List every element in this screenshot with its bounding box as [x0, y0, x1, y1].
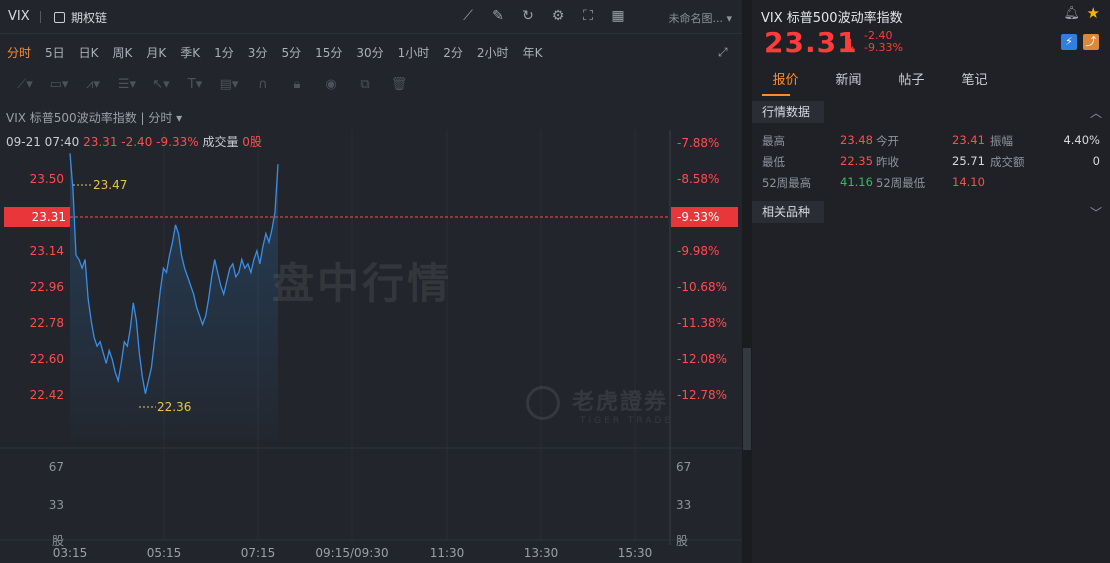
- chevron-down-icon[interactable]: ﹀: [1090, 204, 1102, 221]
- volume-tick-label-right: 67: [676, 460, 691, 474]
- chart-info-row: 09-21 07:40 23.31 -2.40 -9.33% 成交量 0股: [6, 133, 262, 150]
- y-pct-label: -7.88%: [677, 136, 719, 150]
- field-label: 52周最高: [762, 176, 812, 190]
- field-label: 今开: [876, 134, 899, 148]
- panel-splitter[interactable]: [742, 0, 752, 563]
- price-area: [70, 153, 278, 441]
- field-value: 14.10: [952, 175, 985, 189]
- field-value: 22.35: [840, 154, 873, 168]
- field-value: 41.16: [840, 175, 873, 189]
- field-value: 4.40%: [1063, 133, 1100, 147]
- flash-badge-icon[interactable]: ⚡︎: [1061, 34, 1077, 50]
- field-value: 23.48: [840, 133, 873, 147]
- y-tick-label: 22.96: [30, 280, 64, 294]
- quote-tab[interactable]: 笔记: [941, 72, 1004, 98]
- tiger-logo-watermark: 老虎證券 TIGER TRADE: [526, 384, 673, 426]
- chart-header[interactable]: VIX 标普500波动率指数 | 分时 ▾: [6, 109, 182, 126]
- quote-panel: VIX 标普500波动率指数 🔔︎ ★ 23.31 ↓ -2.40 -9.33%…: [752, 0, 1110, 563]
- x-tick-label: 15:30: [618, 546, 653, 560]
- info-change: -2.40: [121, 135, 153, 149]
- y-pct-label: -11.38%: [677, 316, 727, 330]
- chevron-up-icon[interactable]: ︿: [1090, 104, 1102, 121]
- quote-change-pct: -9.33%: [864, 41, 903, 54]
- low-label: 22.36: [157, 400, 191, 414]
- field-label: 最高: [762, 134, 785, 148]
- info-pct: -9.33%: [156, 135, 199, 149]
- y-tick-label: 23.50: [30, 172, 64, 186]
- star-icon[interactable]: ★: [1087, 4, 1100, 22]
- quote-change: -2.40 -9.33%: [864, 30, 903, 54]
- volume-tick-label-right: 股: [676, 534, 688, 548]
- field-value: 25.71: [952, 154, 985, 168]
- volume-tick-label-right: 33: [676, 498, 691, 512]
- high-label: 23.47: [93, 178, 127, 192]
- quote-tabs: 报价 新闻 帖子 笔记: [752, 72, 1110, 98]
- field-label: 振幅: [990, 134, 1013, 148]
- y-pct-label: -8.58%: [677, 172, 719, 186]
- volume-tick-label: 33: [49, 498, 64, 512]
- quote-tab[interactable]: 新闻: [815, 72, 878, 98]
- field-value: 0: [1092, 154, 1100, 168]
- y-pct-label: -9.98%: [677, 244, 719, 258]
- section-label: 相关品种: [752, 201, 824, 223]
- x-tick-label: 13:30: [524, 546, 559, 560]
- y-tick-label: 22.78: [30, 316, 64, 330]
- y-pct-label: -12.08%: [677, 352, 727, 366]
- y-tick-label: 22.42: [30, 388, 64, 402]
- field-label: 成交额: [990, 155, 1025, 169]
- active-tab-indicator: [762, 94, 790, 96]
- y-pct-label: -12.78%: [677, 388, 727, 402]
- quote-tab[interactable]: 帖子: [878, 72, 941, 98]
- bell-icon[interactable]: 🔔︎: [1063, 6, 1080, 21]
- current-pct-label: -9.33%: [677, 210, 719, 224]
- field-label: 52周最低: [876, 176, 926, 190]
- x-tick-label: 05:15: [147, 546, 182, 560]
- info-time: 09-21 07:40: [6, 135, 80, 149]
- logo-en: TIGER TRADE: [580, 416, 674, 426]
- x-tick-label: 09:15/09:30: [315, 546, 388, 560]
- volume-tick-label: 67: [49, 460, 64, 474]
- y-pct-label: -10.68%: [677, 280, 727, 294]
- section-label: 行情数据: [752, 101, 824, 123]
- info-volume: 0股: [242, 135, 262, 149]
- info-price: 23.31: [83, 135, 118, 149]
- field-label: 最低: [762, 155, 785, 169]
- chart-panel: VIX 期权链 ⟋ ✎ ↻ ⚙ ⛶ ▦ 未命名图... ▾ 分时 5日 日K 周K 月K…: [0, 0, 742, 563]
- x-tick-label: 11:30: [430, 546, 465, 560]
- y-tick-label: 23.14: [30, 244, 64, 258]
- current-price-label: 23.31: [32, 210, 66, 224]
- related-section[interactable]: 相关品种 ﹀: [752, 201, 1110, 223]
- y-tick-label: 22.60: [30, 352, 64, 366]
- down-arrow-icon: ↓: [844, 36, 857, 54]
- field-label: 昨收: [876, 155, 899, 169]
- x-tick-label: 07:15: [241, 546, 276, 560]
- field-value: 23.41: [952, 133, 985, 147]
- info-volume-label: 成交量: [202, 135, 239, 149]
- share-badge-icon[interactable]: ⤴︎: [1083, 34, 1099, 50]
- market-data-section[interactable]: 行情数据 ︿: [752, 101, 1110, 123]
- x-tick-label: 03:15: [53, 546, 88, 560]
- logo-cn: 老虎證券: [572, 390, 669, 415]
- quote-title: VIX 标普500波动率指数: [761, 11, 903, 26]
- tiger-logo-icon: [526, 386, 560, 420]
- collapse-handle[interactable]: [743, 348, 751, 450]
- session-watermark: 盘中行情: [272, 259, 453, 308]
